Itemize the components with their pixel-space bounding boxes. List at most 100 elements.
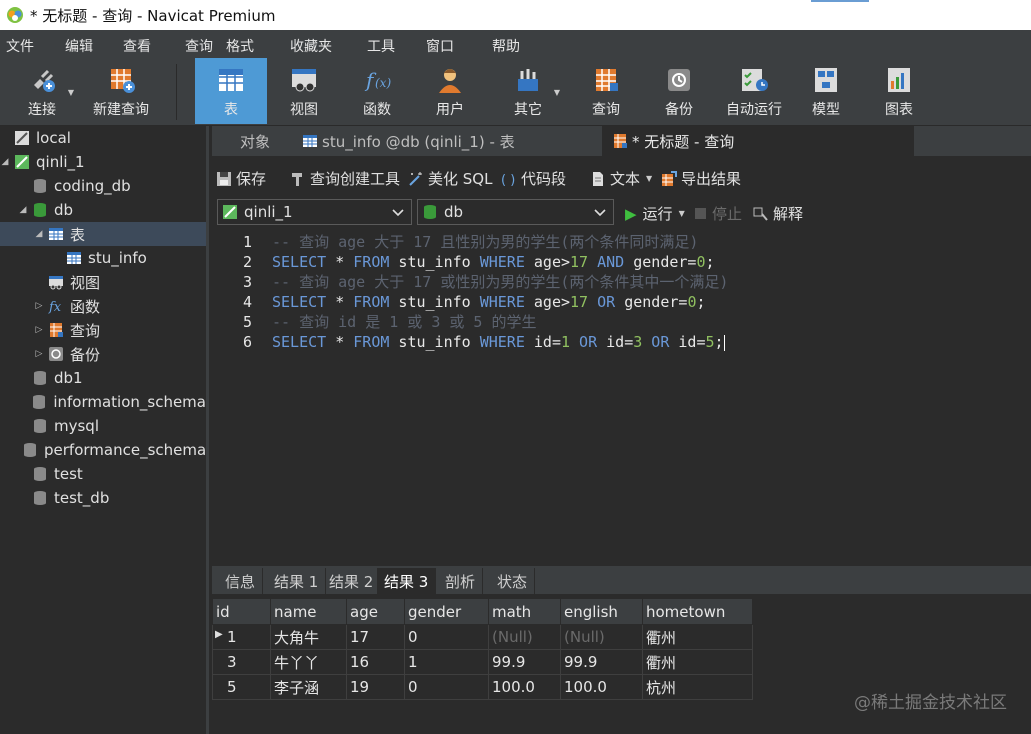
query-button[interactable]: 查询 — [570, 58, 642, 124]
tree-item-stu-info[interactable]: stu_info — [0, 246, 206, 270]
table-icon — [49, 228, 63, 240]
text-mode-button[interactable]: 文本 ▼ — [590, 168, 652, 189]
other-button[interactable]: 其它 ▼ — [492, 58, 564, 124]
user-button[interactable]: 用户 — [414, 58, 486, 124]
function-button[interactable]: f (x) 函数 — [341, 58, 413, 124]
tree-item-tables[interactable]: ◢ 表 — [0, 222, 206, 246]
expand-icon[interactable]: ◢ — [18, 205, 28, 215]
tree-item-performance-schema[interactable]: performance_schema — [0, 438, 206, 462]
chevron-down-icon[interactable]: ▼ — [68, 88, 74, 97]
tree-item-local[interactable]: local — [0, 126, 206, 150]
expand-icon[interactable]: ▷ — [34, 349, 44, 359]
svg-text:fx: fx — [48, 300, 62, 314]
expand-icon[interactable]: ◢ — [0, 157, 10, 167]
tree-item-db1[interactable]: db1 — [0, 366, 206, 390]
line-number: 4 — [242, 293, 252, 311]
export-icon — [662, 170, 677, 186]
database-select[interactable]: db — [417, 199, 614, 225]
menu-edit[interactable]: 编辑 — [65, 36, 93, 56]
new-query-icon — [111, 69, 135, 93]
query-builder-button[interactable]: 查询创建工具 — [290, 168, 400, 189]
sql-editor[interactable]: 1 2 3 4 5 6 -- 查询 age 大于 17 且性别为男的学生(两个条… — [212, 230, 1031, 565]
column-header-gender[interactable]: gender — [404, 598, 489, 625]
menu-view[interactable]: 查看 — [123, 36, 151, 56]
toolbar-separator — [176, 64, 177, 120]
tab-info[interactable]: 信息 — [218, 568, 264, 594]
tab-result-3[interactable]: 结果 3 — [377, 568, 437, 594]
menu-window[interactable]: 窗口 — [426, 36, 454, 56]
chevron-down-icon[interactable]: ▼ — [554, 88, 560, 97]
code-line: -- 查询 id 是 1 或 3 或 5 的学生 — [272, 313, 537, 331]
database-icon — [34, 179, 46, 193]
tree-item-test-db[interactable]: test_db — [0, 486, 206, 510]
tab-untitled-query[interactable]: * 无标题 - 查询 — [602, 126, 914, 156]
tree-item-views[interactable]: 视图 — [0, 270, 206, 294]
auto-run-button[interactable]: 自动运行 — [716, 58, 792, 124]
connect-button[interactable]: 连接 ▼ — [6, 58, 78, 124]
export-results-button[interactable]: 导出结果 — [661, 168, 741, 189]
tree-item-information-schema[interactable]: information_schema — [0, 390, 206, 414]
current-row-indicator-icon: ▶ — [215, 629, 223, 640]
model-icon — [815, 68, 837, 92]
line-number-gutter: 1 2 3 4 5 6 — [212, 230, 256, 565]
expand-icon[interactable]: ◢ — [34, 229, 44, 239]
column-header-math[interactable]: math — [488, 598, 561, 625]
chart-button[interactable]: 图表 — [863, 58, 935, 124]
expand-icon[interactable]: ▷ — [34, 325, 44, 335]
chevron-down-icon[interactable]: ▼ — [679, 209, 685, 218]
backup-button[interactable]: 备份 — [643, 58, 715, 124]
result-grid[interactable]: id name age gender math english hometown… — [212, 598, 1031, 734]
tree-item-test[interactable]: test — [0, 462, 206, 486]
code-snippet-button[interactable]: ( ) 代码段 — [501, 168, 566, 189]
menu-favorites[interactable]: 收藏夹 — [290, 36, 332, 56]
database-icon — [34, 419, 46, 433]
menu-format[interactable]: 格式 — [226, 36, 254, 56]
navicat-logo-icon — [7, 7, 23, 23]
tab-profile[interactable]: 剖析 — [438, 568, 484, 594]
beautify-sql-button[interactable]: 美化 SQL — [408, 168, 492, 189]
menu-file[interactable]: 文件 — [6, 36, 34, 56]
tree-item-mysql[interactable]: mysql — [0, 414, 206, 438]
menu-query[interactable]: 查询 — [185, 36, 213, 56]
text-cursor — [723, 334, 725, 351]
query-icon — [50, 323, 63, 337]
tree-item-functions[interactable]: ▷ fx 函数 — [0, 294, 206, 318]
tab-result-2[interactable]: 结果 2 — [322, 568, 382, 594]
model-button[interactable]: 模型 — [790, 58, 862, 124]
explain-button[interactable]: 解释 — [753, 203, 803, 224]
connection-select[interactable]: qinli_1 — [217, 199, 412, 225]
tree-item-coding-db[interactable]: coding_db — [0, 174, 206, 198]
tree-item-backups[interactable]: ▷ 备份 — [0, 342, 206, 366]
column-header-hometown[interactable]: hometown — [642, 598, 753, 625]
document-icon — [593, 171, 603, 186]
tree-item-queries[interactable]: ▷ 查询 — [0, 318, 206, 342]
database-icon — [33, 395, 46, 409]
run-button[interactable]: ▶ 运行 ▼ — [625, 203, 685, 224]
line-number: 3 — [242, 273, 252, 291]
table-row[interactable]: 1 大角牛 17 0 (Null) (Null) 衢州 — [212, 624, 753, 650]
view-button[interactable]: 视图 — [268, 58, 340, 124]
stop-button[interactable]: 停止 — [695, 203, 742, 224]
table-button[interactable]: 表 — [195, 58, 267, 124]
code-line: -- 查询 age 大于 17 且性别为男的学生(两个条件同时满足) — [272, 233, 699, 251]
table-row[interactable]: 3 牛丫丫 16 1 99.9 99.9 衢州 — [212, 649, 753, 675]
expand-icon[interactable]: ▷ — [34, 301, 44, 311]
tab-status[interactable]: 状态 — [490, 568, 536, 594]
chevron-down-icon[interactable]: ▼ — [646, 174, 652, 183]
column-header-age[interactable]: age — [346, 598, 405, 625]
column-header-name[interactable]: name — [270, 598, 347, 625]
tab-objects[interactable]: 对象 — [230, 126, 280, 156]
menu-tools[interactable]: 工具 — [367, 36, 395, 56]
column-header-id[interactable]: id — [212, 598, 271, 625]
save-button[interactable]: 保存 — [216, 168, 266, 189]
tab-stu-info-table[interactable]: stu_info @db (qinli_1) - 表 — [292, 126, 525, 156]
column-header-english[interactable]: english — [560, 598, 643, 625]
tree-item-qinli-1[interactable]: ◢ qinli_1 — [0, 150, 206, 174]
code-area[interactable]: -- 查询 age 大于 17 且性别为男的学生(两个条件同时满足) SELEC… — [258, 230, 1031, 565]
line-number: 1 — [242, 233, 252, 251]
tree-item-db[interactable]: ◢ db — [0, 198, 206, 222]
menu-help[interactable]: 帮助 — [492, 36, 520, 56]
table-row[interactable]: 5 李子涵 19 0 100.0 100.0 杭州 — [212, 674, 753, 700]
tab-result-1[interactable]: 结果 1 — [267, 568, 327, 594]
new-query-button[interactable]: 新建查询 — [84, 58, 158, 124]
